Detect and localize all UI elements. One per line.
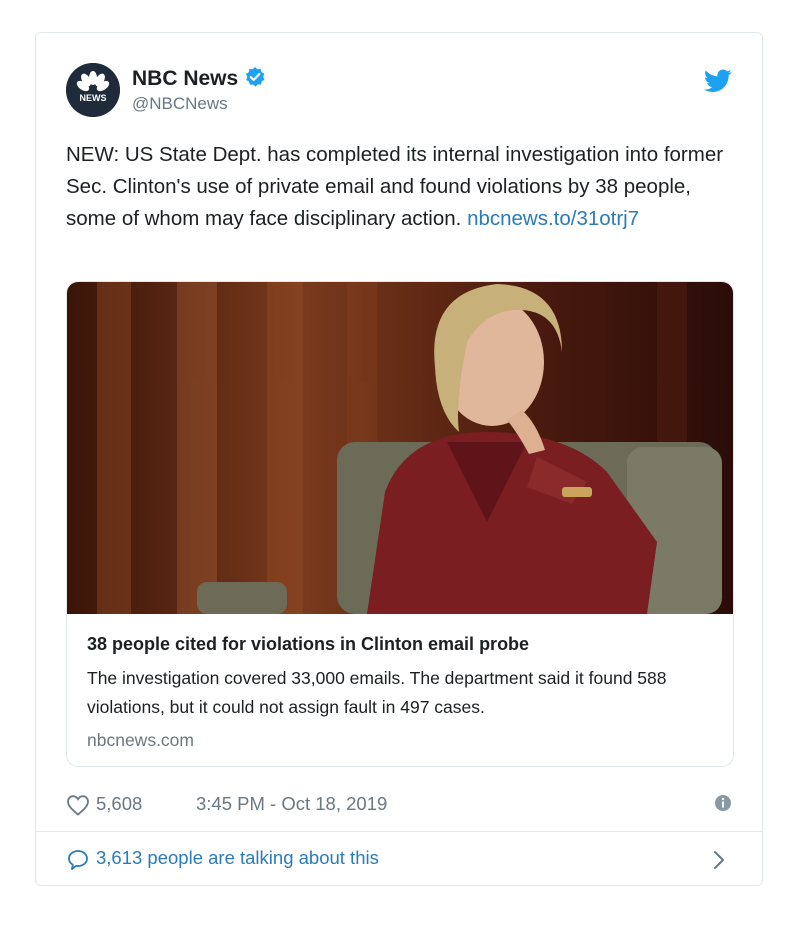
link-preview-card[interactable]: 38 people cited for violations in Clinto…: [66, 281, 734, 767]
tweet-meta: 5,608 3:45 PM - Oct 18, 2019: [66, 791, 732, 821]
tweet-timestamp[interactable]: 3:45 PM - Oct 18, 2019: [196, 793, 387, 815]
embedded-tweet: NEWS NBC News @NBCNews NEW: US State Dep…: [35, 32, 763, 886]
info-icon[interactable]: [714, 794, 732, 817]
author-avatar[interactable]: NEWS: [66, 63, 120, 117]
twitter-bird-icon[interactable]: [704, 69, 732, 98]
card-description: The investigation covered 33,000 emails.…: [87, 668, 667, 717]
article-photo: [67, 282, 733, 614]
author-name[interactable]: NBC News: [132, 66, 266, 94]
chevron-right-icon[interactable]: [712, 849, 726, 876]
card-body: 38 people cited for violations in Clinto…: [67, 614, 733, 751]
verified-badge-icon: [244, 66, 266, 94]
tweet-footer[interactable]: 3,613 people are talking about this: [66, 845, 732, 875]
talking-count-link[interactable]: 3,613 people are talking about this: [96, 847, 379, 869]
like-count[interactable]: 5,608: [96, 793, 142, 815]
tweet-header: NEWS NBC News @NBCNews: [66, 63, 732, 119]
tweet-text: NEW: US State Dept. has completed its in…: [66, 139, 726, 235]
card-title[interactable]: 38 people cited for violations in Clinto…: [87, 634, 713, 655]
card-domain[interactable]: nbcnews.com: [87, 730, 713, 751]
tweet-short-link[interactable]: nbcnews.to/31otrj7: [467, 207, 639, 230]
comment-icon[interactable]: [66, 848, 90, 877]
divider: [36, 831, 762, 832]
heart-icon[interactable]: [66, 794, 90, 821]
author-name-text[interactable]: NBC News: [132, 67, 238, 90]
svg-text:NEWS: NEWS: [80, 93, 107, 103]
author-handle[interactable]: @NBCNews: [132, 94, 228, 114]
nbc-peacock-logo: NEWS: [66, 63, 120, 117]
